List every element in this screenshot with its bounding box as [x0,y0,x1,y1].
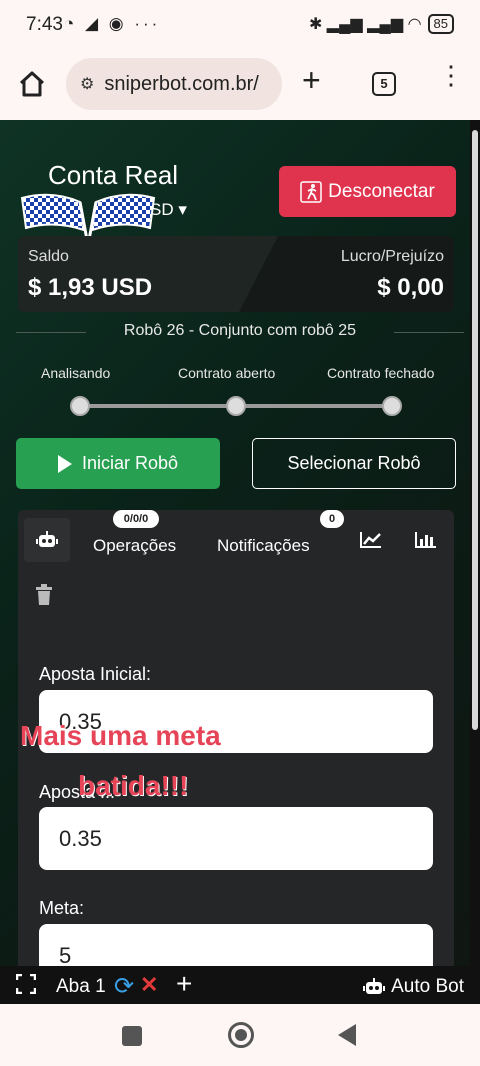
tab-robot[interactable] [24,518,70,562]
status-time: 7:43 [26,14,63,35]
play-icon [57,454,72,473]
url-text: sniperbot.com.br/ [104,72,259,95]
home-icon[interactable] [16,68,48,100]
operacoes-badge: 0/0/0 [113,510,159,528]
tab-notificacoes[interactable]: Notificações [217,536,310,556]
back-icon[interactable] [338,1024,356,1046]
new-tab-icon[interactable]: + [302,64,321,96]
meta-label: Meta: [39,898,85,918]
robot-title-row: Robô 26 - Conjunto com robô 25 [16,322,464,340]
robot-icon [36,531,58,547]
aposta-maxima-input[interactable]: 0.35 [39,807,433,870]
disconnect-label: Desconectar [328,180,435,202]
aposta-inicial-label: Aposta Inicial: [39,664,152,684]
account-title[interactable]: Conta Real [48,160,178,191]
meta-input[interactable]: 5 [39,924,433,966]
step-dot-contrato-aberto [226,396,246,416]
select-robot-button[interactable]: Selecionar Robô [252,438,456,489]
refresh-icon[interactable]: ⟳ [114,972,134,1001]
system-nav-bar [0,1004,480,1066]
step-dot-contrato-fechado [382,396,402,416]
recents-icon[interactable] [122,1026,142,1046]
fullscreen-icon[interactable] [16,974,36,994]
browser-toolbar: ⚙ sniperbot.com.br/ + 5 ⋮ [0,52,480,120]
lucro-label: Lucro/Prejuízo [340,248,444,265]
page-content: Conta Real SD ▾ Desconectar Saldo $ 1,93… [0,120,480,966]
system-icons: ✱ ▂▄▆ ▂▄▆ ◠ 85 [309,14,454,34]
status-bar: 7:43 ◔ ◢ ◉ ··· ✱ ▂▄▆ ▂▄▆ ◠ 85 [0,0,480,52]
robot-icon [363,978,386,994]
overlay-caption-line2: batida!!! [78,770,189,801]
robot-title: Robô 26 - Conjunto com robô 25 [123,322,357,339]
balance-card: Saldo $ 1,93 USD Lucro/Prejuízo $ 0,00 [18,236,454,312]
step-contrato-fechado: Contrato fechado [327,365,435,381]
notificacoes-badge: 0 [320,510,344,528]
saldo-label: Saldo [28,248,69,265]
address-bar[interactable]: ⚙ sniperbot.com.br/ [66,58,282,110]
saldo-value: $ 1,93 USD [28,274,153,301]
notification-icons: ◔ ◢ ◉ ··· [64,14,161,33]
step-contrato-aberto: Contrato aberto [178,365,276,381]
app-name: Auto Bot [391,976,464,997]
site-settings-icon[interactable]: ⚙ [80,74,94,94]
step-analisando: Analisando [41,365,111,381]
page-scrollbar[interactable] [472,130,478,730]
tab-name[interactable]: Aba 1 [56,976,106,998]
trash-icon[interactable] [35,584,53,606]
tab-operacoes[interactable]: Operações [93,536,176,556]
close-tab-icon[interactable]: ✕ [140,972,158,998]
battery-icon: 85 [427,14,454,34]
bar-chart-icon[interactable] [415,530,437,548]
lucro-value: $ 0,00 [377,274,444,301]
start-robot-button[interactable]: Iniciar Robô [16,438,220,489]
step-dot-analisando [70,396,90,416]
autobot-label-group[interactable]: Auto Bot [363,976,464,998]
app-bottom-bar: Aba 1 ⟳ ✕ + Auto Bot [0,966,480,1004]
disconnect-button[interactable]: Desconectar [279,166,456,217]
line-chart-icon[interactable] [360,530,382,548]
home-nav-icon[interactable] [228,1022,254,1048]
start-robot-label: Iniciar Robô [81,453,179,473]
overlay-caption-line1: Mais uma meta [20,720,221,751]
running-person-icon [300,180,322,203]
signal-icons: ✱ ▂▄▆ ▂▄▆ ◠ [308,16,422,33]
more-menu-icon[interactable]: ⋮ [438,62,464,88]
tab-switcher-button[interactable]: 5 [372,72,396,96]
add-tab-icon[interactable]: + [176,968,192,1000]
